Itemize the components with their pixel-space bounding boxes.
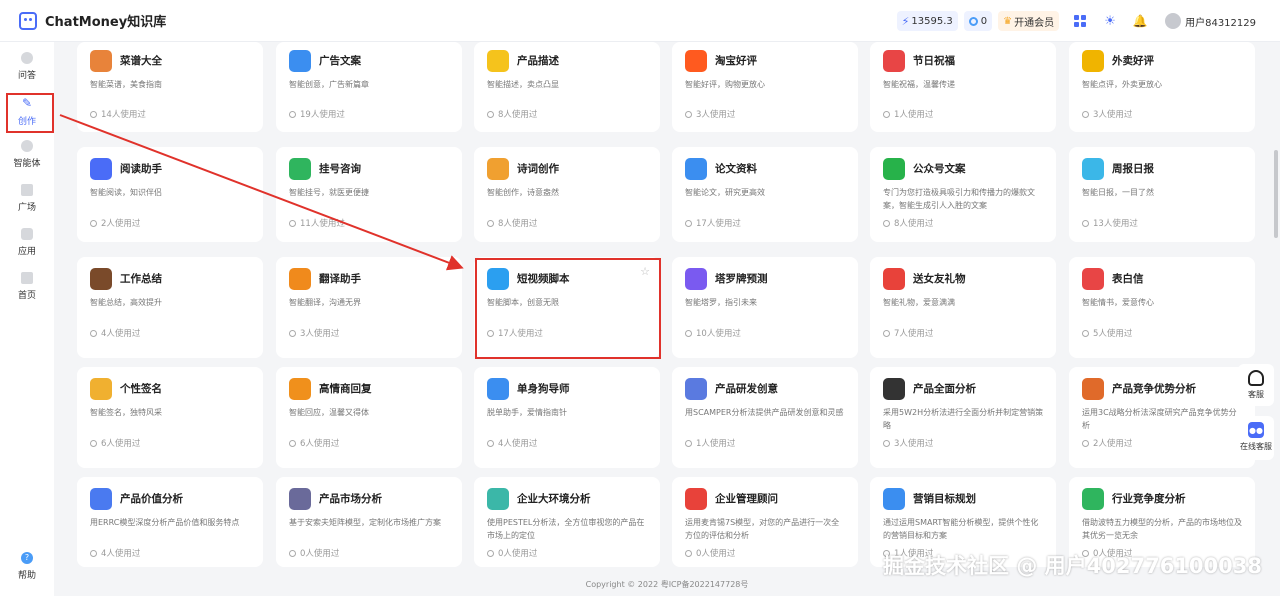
footer-copyright: Copyright © 2022 粤ICP备2022147728号	[585, 580, 749, 589]
robot-icon: ●●	[1248, 422, 1264, 438]
headset-icon	[1248, 370, 1264, 386]
service-label: 客服	[1248, 390, 1264, 399]
customer-service-button[interactable]: 客服	[1238, 364, 1274, 406]
online-service-button[interactable]: ●● 在线客服	[1238, 416, 1274, 460]
watermark: 掘金技术社区 @ 用户402776100038	[883, 554, 1262, 578]
scrollbar[interactable]	[1274, 150, 1278, 238]
online-service-label: 在线客服	[1240, 442, 1272, 451]
annotation-arrow	[59, 114, 464, 271]
